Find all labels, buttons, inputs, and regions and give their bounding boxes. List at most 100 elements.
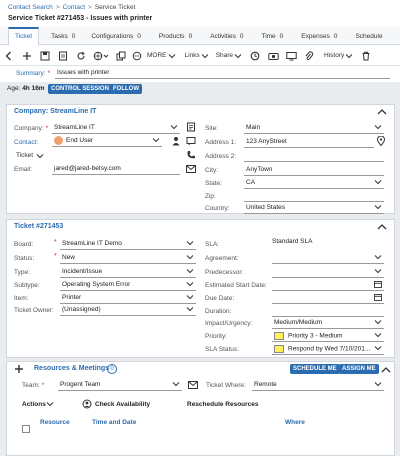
collapse-company-icon[interactable] (377, 108, 387, 116)
chevron-down-icon (186, 239, 194, 247)
est-start-field[interactable] (272, 279, 384, 291)
back-icon[interactable] (1, 48, 17, 64)
history-menu[interactable]: History (324, 52, 344, 59)
ticket-panel-title: Ticket #271453 (14, 223, 64, 230)
breadcrumb-contact-search[interactable]: Contact Search (8, 4, 53, 11)
more-icon[interactable] (131, 48, 143, 64)
email-envelope-icon[interactable] (186, 165, 196, 173)
tab-configurations[interactable]: Configurations 0 (81, 27, 147, 45)
status-select[interactable]: New (60, 252, 196, 264)
reschedule-resources-button[interactable]: Reschedule Resources (187, 401, 259, 408)
follow-button[interactable]: FOLLOW (110, 84, 142, 94)
subtype-select[interactable]: Operating System Error (60, 279, 196, 291)
select-all-checkbox[interactable] (22, 425, 30, 433)
breadcrumb-service-ticket: Service Ticket (94, 4, 136, 11)
control-session-button[interactable]: CONTROL SESSION (48, 84, 112, 94)
email-field[interactable]: jared@jared-betsy.com (52, 163, 180, 175)
team-email-icon[interactable] (188, 381, 198, 389)
ticket-chevron-icon[interactable] (36, 152, 44, 160)
time-date-column-header[interactable]: Time and Date (92, 419, 136, 426)
agreement-select[interactable] (272, 252, 384, 264)
address1-field[interactable]: 123 AnyStreet (244, 136, 374, 148)
breadcrumb-contact[interactable]: Contact (63, 4, 85, 11)
priority-select[interactable]: Priority 3 - Medium (272, 330, 384, 342)
copy-icon[interactable] (113, 48, 129, 64)
add-resource-icon[interactable] (14, 364, 24, 374)
share-chevron-icon[interactable] (234, 48, 242, 64)
actions-chevron-icon[interactable] (46, 400, 54, 408)
links-menu[interactable]: Links (185, 52, 200, 59)
resources-count-badge: 0 (107, 364, 117, 374)
schedule-me-button[interactable]: SCHEDULE ME (290, 364, 340, 374)
assign-me-button[interactable]: ASSIGN ME (339, 364, 379, 374)
zip-field[interactable] (244, 190, 384, 202)
remote-icon[interactable] (283, 48, 299, 64)
email-label: Email: (14, 166, 33, 173)
city-field[interactable]: AnyTown (244, 164, 384, 176)
address2-field[interactable] (244, 150, 384, 162)
camera-icon[interactable] (265, 48, 281, 64)
impact-select[interactable]: Medium/Medium (272, 317, 384, 329)
save-close-icon[interactable] (55, 48, 71, 64)
team-select[interactable]: Progent Team (58, 379, 182, 391)
save-icon[interactable] (37, 48, 53, 64)
tab-schedule[interactable]: Schedule (343, 27, 388, 45)
chevron-down-icon (186, 293, 194, 301)
tab-ticket[interactable]: Ticket (8, 27, 40, 46)
status-required-icon: * (54, 253, 57, 260)
tab-products[interactable]: Products 0 (147, 27, 198, 45)
delete-icon[interactable] (358, 48, 374, 64)
more-chevron-icon[interactable] (168, 48, 176, 64)
phone-icon[interactable] (186, 150, 196, 160)
collapse-ticket-icon[interactable] (377, 223, 387, 231)
board-select[interactable]: StreamLine IT Demo (60, 238, 196, 250)
chevron-down-icon (186, 305, 194, 313)
item-select[interactable]: Printer (60, 292, 196, 304)
availability-icon[interactable] (82, 399, 92, 409)
clock-icon[interactable] (247, 48, 263, 64)
board-label: Board: (14, 241, 34, 248)
actions-menu[interactable]: Actions (22, 401, 46, 408)
tab-expenses[interactable]: Expenses 0 (289, 27, 343, 45)
ticket-owner-select[interactable]: (Unassigned) (60, 304, 196, 316)
duration-field[interactable] (272, 305, 384, 317)
tab-time[interactable]: Time 0 (249, 27, 289, 45)
contact-details-icon[interactable] (186, 136, 196, 146)
resources-panel (6, 361, 395, 456)
more-menu[interactable]: MORE (147, 52, 167, 59)
country-select[interactable]: United States (244, 202, 384, 214)
due-date-label: Due Date: (205, 295, 235, 302)
resource-column-header[interactable]: Resource (40, 419, 70, 426)
state-select[interactable]: CA (244, 177, 384, 189)
ticket-where-select[interactable]: Remote (252, 379, 384, 391)
ticket-dropdown[interactable]: Ticket (16, 152, 33, 159)
due-date-field[interactable] (272, 292, 384, 304)
share-menu[interactable]: Share (216, 52, 233, 59)
tab-activities[interactable]: Activities 0 (198, 27, 249, 45)
tab-tasks[interactable]: Tasks 0 (39, 27, 81, 45)
city-label: City: (205, 167, 218, 174)
refresh-icon[interactable] (73, 48, 89, 64)
collapse-resources-icon[interactable] (381, 366, 391, 374)
chevron-down-icon (374, 344, 382, 352)
company-details-icon[interactable] (186, 122, 196, 132)
type-select[interactable]: Incident/Issue (60, 266, 196, 278)
company-select[interactable]: StreamLine IT (52, 122, 180, 134)
site-select[interactable]: Main (244, 122, 384, 134)
map-pin-icon[interactable] (377, 136, 385, 146)
item-label: Item: (14, 295, 29, 302)
globe-dropdown-icon[interactable] (91, 48, 111, 64)
add-icon[interactable] (19, 48, 35, 64)
contact-person-icon[interactable] (172, 136, 180, 146)
attach-icon[interactable] (301, 48, 317, 64)
check-availability-button[interactable]: Check Availability (95, 401, 150, 408)
history-chevron-icon[interactable] (345, 48, 353, 64)
where-column-header[interactable]: Where (285, 419, 305, 426)
contact-select[interactable]: End User (52, 135, 162, 147)
links-chevron-icon[interactable] (201, 48, 209, 64)
summary-field[interactable]: Issues with printer (55, 67, 390, 79)
board-required-icon: * (54, 239, 57, 246)
predecessor-select[interactable] (272, 266, 384, 278)
sla-status-select[interactable]: Respond by Wed 7/10/201... (272, 343, 384, 355)
toolbar: MORE Links Share History (0, 46, 400, 66)
